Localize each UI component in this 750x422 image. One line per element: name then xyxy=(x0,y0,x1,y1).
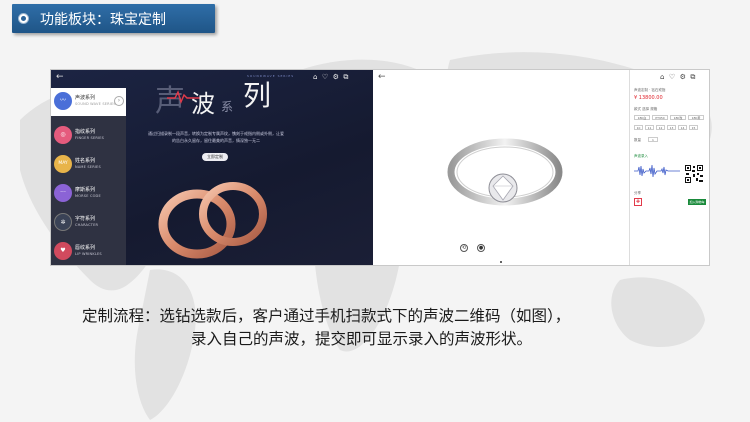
ring-pair-image xyxy=(158,182,267,259)
hero-tagline: SOUNDWAVE SERIES xyxy=(247,74,295,78)
fingerprint-icon: ◎ xyxy=(54,126,72,144)
sidebar-item-sublabel: FINGER SERIES xyxy=(75,136,105,140)
process-caption: 定制流程：选钻选款后，客户通过手机扫款式下的声波二维码（如图）， 录入自己的声波… xyxy=(82,305,746,351)
size-option[interactable]: 14 xyxy=(678,125,687,130)
rotate-icon[interactable]: ⟲ xyxy=(460,244,468,252)
sidebar-item-label: 字符系列 xyxy=(75,216,96,222)
sidebar-item-label: 声波系列 xyxy=(75,95,96,101)
morse-icon: ··· xyxy=(54,184,72,202)
window-icon[interactable]: ⧉ xyxy=(690,73,695,81)
sidebar-item-fingerprint[interactable]: ◎ 指纹系列 FINGER SERIES xyxy=(51,122,126,150)
series-panel: ← 〰 声波系列 SOUND WAVE SERIES › ◎ 指纹系列 FING… xyxy=(51,70,373,265)
window-icon[interactable]: ⧉ xyxy=(343,73,348,81)
arrow-left-icon[interactable]: ← xyxy=(56,73,64,82)
option-pt950[interactable]: PT950 xyxy=(652,115,668,120)
share-label: 分享 xyxy=(634,191,641,195)
home-icon[interactable]: ⌂ xyxy=(313,73,317,81)
sidebar-item-sublabel: LIP WRINKLES xyxy=(75,252,102,256)
sidebar-item-sublabel: NAME SERIES xyxy=(75,165,101,169)
size-option[interactable]: 10 xyxy=(634,125,643,130)
hero-char-xi: 系 xyxy=(221,100,234,114)
left-toolbar: ⌂ ♡ ⚙ ⧉ xyxy=(313,73,348,82)
size-option[interactable]: 15 xyxy=(689,125,698,130)
caption-line-1: 定制流程：选钻选款后，客户通过手机扫款式下的声波二维码（如图）， xyxy=(82,307,571,325)
camera-icon[interactable]: ● xyxy=(477,244,485,252)
size-option[interactable]: 12 xyxy=(656,125,665,130)
sidebar-item-sublabel: CHARACTER xyxy=(75,223,99,227)
option-18k-white[interactable]: 18K白 xyxy=(634,115,650,120)
caption-line-2: 录入自己的声波，提交即可显示录入的声波形状。 xyxy=(191,330,533,348)
product-options-panel: ⌂ ♡ ⚙ ⧉ 声波定制 · 钻石戒指 ¥ 13800.00 款式 选择 规格 … xyxy=(629,70,709,265)
sidebar-item-name[interactable]: MAY 姓名系列 NAME SERIES xyxy=(51,151,126,179)
heart-icon[interactable]: ♡ xyxy=(322,73,328,81)
sidebar-item-character[interactable]: ✲ 字符系列 CHARACTER xyxy=(51,209,126,237)
add-to-cart-button[interactable]: 加入购物车 xyxy=(688,199,706,205)
arrow-left-icon[interactable]: ← xyxy=(378,73,386,82)
character-icon: ✲ xyxy=(54,213,72,231)
sidebar-item-sublabel: SOUND WAVE SERIES xyxy=(75,102,116,106)
section-title: 功能板块：珠宝定制 xyxy=(40,12,166,28)
name-icon: MAY xyxy=(54,155,72,173)
product-title: 声波定制 · 钻石戒指 xyxy=(634,88,666,92)
size-option[interactable]: 13 xyxy=(667,125,676,130)
right-toolbar: ⌂ ♡ ⚙ ⧉ xyxy=(660,73,695,82)
sidebar-item-label: 姓名系列 xyxy=(75,158,96,164)
app-screenshot: ← 〰 声波系列 SOUND WAVE SERIES › ◎ 指纹系列 FING… xyxy=(50,69,710,266)
chevron-right-icon[interactable]: › xyxy=(114,96,124,106)
bullet-icon xyxy=(18,13,29,24)
sidebar-item-sublabel: MORSE CODE xyxy=(75,194,101,198)
customize-button[interactable]: 立即定制 xyxy=(202,153,228,161)
sidebar-item-label: 摩斯系列 xyxy=(75,187,96,193)
lips-icon: ♥ xyxy=(54,242,72,260)
soundwave-preview-icon xyxy=(634,164,680,178)
hero-char-bo: 波 xyxy=(191,90,215,118)
option-18k-yellow[interactable]: 18K黄 xyxy=(688,115,704,120)
size-option[interactable]: 11 xyxy=(645,125,654,130)
settings-icon[interactable]: ⚙ xyxy=(333,73,339,81)
home-icon[interactable]: ⌂ xyxy=(660,73,664,81)
sidebar-item-lips[interactable]: ♥ 唇纹系列 LIP WRINKLES xyxy=(51,238,126,265)
section-banner: 功能板块：珠宝定制 xyxy=(12,4,215,33)
product-price: ¥ 13800.00 xyxy=(634,95,663,101)
share-icon[interactable]: ✚ xyxy=(634,198,642,206)
quantity-label: 数量 xyxy=(634,138,641,142)
soundwave-icon: 〰 xyxy=(54,92,72,110)
pager-dot xyxy=(500,261,502,263)
settings-icon[interactable]: ⚙ xyxy=(680,73,686,81)
product-panel: ← ⟲ ● ⌂ ♡ ⚙ ⧉ 声波定制 · 钻石戒指 ¥ 13800.00 款式 … xyxy=(373,70,709,265)
qr-code-icon[interactable] xyxy=(684,164,704,184)
wave-label: 声波录入 xyxy=(634,154,648,158)
sidebar-item-label: 唇纹系列 xyxy=(75,245,96,251)
option-18k-rose[interactable]: 18K玫 xyxy=(670,115,686,120)
diamond-ring-image xyxy=(447,138,563,206)
spec-label: 款式 选择 规格 xyxy=(634,107,658,111)
quantity-field[interactable]: 1 xyxy=(648,137,658,142)
series-sidebar: 〰 声波系列 SOUND WAVE SERIES › ◎ 指纹系列 FINGER… xyxy=(51,88,126,265)
sidebar-item-soundwave[interactable]: 〰 声波系列 SOUND WAVE SERIES › xyxy=(51,88,126,116)
hero-char-lie: 列 xyxy=(243,79,272,112)
heart-icon[interactable]: ♡ xyxy=(669,73,675,81)
hero-description: 通过扫描录制一段声音，转换为定制专属声纹，镌刻于戒指内侧或外侧，让爱的告白永久留… xyxy=(148,131,284,143)
sidebar-item-morse[interactable]: ··· 摩斯系列 MORSE CODE xyxy=(51,180,126,208)
sidebar-item-label: 指纹系列 xyxy=(75,129,96,135)
